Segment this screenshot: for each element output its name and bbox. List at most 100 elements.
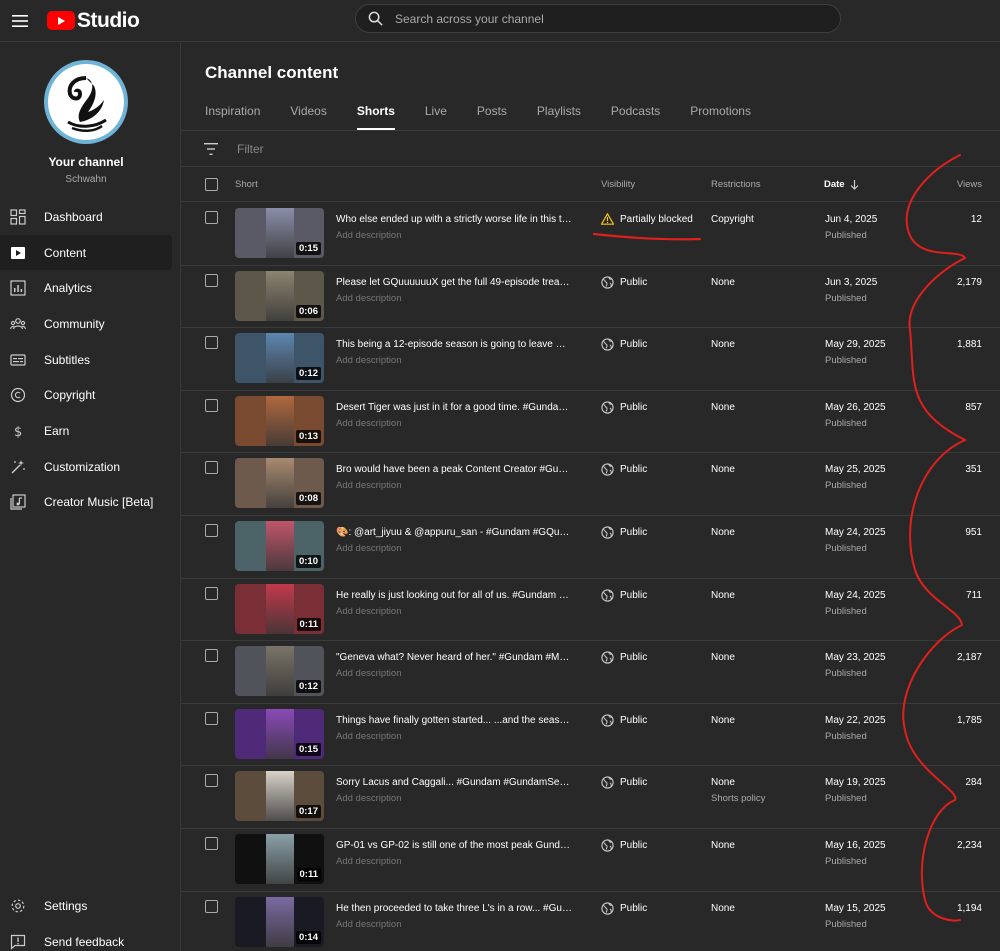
visibility-dropdown[interactable]: Public xyxy=(601,651,647,664)
table-row[interactable]: 0:14 He then proceeded to take three L's … xyxy=(181,892,1000,951)
short-thumbnail[interactable]: 0:11 xyxy=(235,583,324,634)
add-description-link[interactable]: Add description xyxy=(336,418,401,429)
table-row[interactable]: 0:13 Desert Tiger was just in it for a go… xyxy=(181,391,1000,454)
visibility-dropdown[interactable]: Public xyxy=(601,901,647,915)
short-title[interactable]: Bro would have been a peak Content Creat… xyxy=(336,464,572,475)
column-header-date[interactable]: Date xyxy=(824,179,859,190)
studio-logo[interactable]: Studio xyxy=(47,9,140,33)
table-row[interactable]: 0:12 "Geneva what? Never heard of her." #… xyxy=(181,641,1000,704)
filter-input[interactable] xyxy=(237,141,537,156)
short-title[interactable]: Sorry Lacus and Caggali... #Gundam #Gund… xyxy=(336,777,572,788)
row-checkbox[interactable] xyxy=(205,836,218,850)
row-checkbox[interactable] xyxy=(205,899,218,913)
row-checkbox[interactable] xyxy=(205,336,218,350)
visibility-dropdown[interactable]: Partially blocked xyxy=(601,213,693,225)
table-row[interactable]: 0:10 🎨: @art_jiyuu & @appuru_san - #Gunda… xyxy=(181,516,1000,579)
hamburger-menu-button[interactable] xyxy=(0,3,40,39)
short-title[interactable]: Things have finally gotten started... ..… xyxy=(336,715,572,726)
short-title[interactable]: GP-01 vs GP-02 is still one of the most … xyxy=(336,840,572,851)
sidebar-item-community[interactable]: Community xyxy=(0,306,172,342)
tab-posts[interactable]: Posts xyxy=(477,104,507,130)
add-description-link[interactable]: Add description xyxy=(336,668,401,679)
short-title[interactable]: This being a 12-episode season is going … xyxy=(336,339,572,350)
short-thumbnail[interactable]: 0:12 xyxy=(235,646,324,697)
sidebar-item-send-feedback[interactable]: Send feedback xyxy=(0,924,172,951)
short-thumbnail[interactable]: 0:13 xyxy=(235,395,324,446)
visibility-dropdown[interactable]: Public xyxy=(601,714,647,727)
short-thumbnail[interactable]: 0:11 xyxy=(235,833,324,884)
short-thumbnail[interactable]: 0:17 xyxy=(235,771,324,822)
visibility-dropdown[interactable]: Public xyxy=(601,526,647,539)
sidebar-item-creator-music[interactable]: Creator Music [Beta] xyxy=(0,485,172,521)
short-thumbnail[interactable]: 0:06 xyxy=(235,270,324,321)
tab-podcasts[interactable]: Podcasts xyxy=(611,104,660,130)
table-row[interactable]: 0:06 Please let GQuuuuuuX get the full 49… xyxy=(181,266,1000,329)
add-description-link[interactable]: Add description xyxy=(336,480,401,491)
row-checkbox[interactable] xyxy=(205,586,218,600)
short-title[interactable]: He then proceeded to take three L's in a… xyxy=(336,903,572,914)
select-all-checkbox[interactable] xyxy=(205,178,218,191)
table-row[interactable]: 0:12 This being a 12-episode season is go… xyxy=(181,328,1000,391)
short-title[interactable]: Who else ended up with a strictly worse … xyxy=(336,214,572,225)
row-checkbox[interactable] xyxy=(205,774,218,788)
add-description-link[interactable]: Add description xyxy=(336,293,401,304)
sidebar-item-copyright[interactable]: Copyright xyxy=(0,377,172,413)
add-description-link[interactable]: Add description xyxy=(336,919,401,930)
sidebar-item-dashboard[interactable]: Dashboard xyxy=(0,199,172,235)
sidebar-item-content[interactable]: Content xyxy=(0,234,172,271)
add-description-link[interactable]: Add description xyxy=(336,543,401,554)
search-input[interactable] xyxy=(395,11,795,26)
sidebar-item-subtitles[interactable]: Subtitles xyxy=(0,342,172,378)
row-checkbox[interactable] xyxy=(205,398,218,412)
row-checkbox[interactable] xyxy=(205,461,218,475)
short-thumbnail[interactable]: 0:12 xyxy=(235,333,324,384)
row-checkbox[interactable] xyxy=(205,649,218,663)
visibility-dropdown[interactable]: Public xyxy=(601,463,647,477)
row-checkbox[interactable] xyxy=(205,211,218,224)
tab-live[interactable]: Live xyxy=(425,104,447,130)
short-thumbnail[interactable]: 0:08 xyxy=(235,458,324,509)
table-row[interactable]: 0:11 GP-01 vs GP-02 is still one of the m… xyxy=(181,829,1000,892)
short-title[interactable]: Please let GQuuuuuuX get the full 49-epi… xyxy=(336,277,572,288)
table-row[interactable]: 0:15 Things have finally gotten started..… xyxy=(181,704,1000,767)
filter-icon[interactable] xyxy=(204,142,218,155)
table-row[interactable]: 0:15 Who else ended up with a strictly wo… xyxy=(181,203,1000,266)
row-checkbox[interactable] xyxy=(205,523,218,537)
table-row[interactable]: 0:08 Bro would have been a peak Content C… xyxy=(181,453,1000,516)
add-description-link[interactable]: Add description xyxy=(336,230,401,241)
channel-avatar[interactable] xyxy=(44,60,128,144)
short-title[interactable]: "Geneva what? Never heard of her." #Gund… xyxy=(336,652,572,663)
add-description-link[interactable]: Add description xyxy=(336,793,401,804)
tab-shorts[interactable]: Shorts xyxy=(356,104,395,130)
add-description-link[interactable]: Add description xyxy=(336,355,401,366)
add-description-link[interactable]: Add description xyxy=(336,856,401,867)
sidebar-item-earn[interactable]: $ Earn xyxy=(0,413,172,449)
add-description-link[interactable]: Add description xyxy=(336,731,401,742)
row-checkbox[interactable] xyxy=(205,273,218,287)
short-thumbnail[interactable]: 0:15 xyxy=(235,208,324,258)
sidebar-item-customization[interactable]: Customization xyxy=(0,449,172,485)
sidebar-item-analytics[interactable]: Analytics xyxy=(0,270,172,306)
short-title[interactable]: He really is just looking out for all of… xyxy=(336,590,572,601)
tab-playlists[interactable]: Playlists xyxy=(537,104,581,130)
visibility-dropdown[interactable]: Public xyxy=(601,401,647,414)
short-thumbnail[interactable]: 0:15 xyxy=(235,708,324,759)
search-box[interactable] xyxy=(355,4,841,33)
sidebar-item-settings[interactable]: Settings xyxy=(0,888,172,924)
short-thumbnail[interactable]: 0:14 xyxy=(235,896,324,947)
tab-videos[interactable]: Videos xyxy=(290,104,326,130)
short-title[interactable]: 🎨: @art_jiyuu & @appuru_san - #Gundam #G… xyxy=(336,527,572,538)
tab-inspiration[interactable]: Inspiration xyxy=(205,104,260,130)
short-thumbnail[interactable]: 0:10 xyxy=(235,520,324,571)
table-row[interactable]: 0:11 He really is just looking out for al… xyxy=(181,579,1000,642)
short-title[interactable]: Desert Tiger was just in it for a good t… xyxy=(336,402,572,413)
tab-promotions[interactable]: Promotions xyxy=(690,104,751,130)
visibility-dropdown[interactable]: Public xyxy=(601,338,647,351)
row-checkbox[interactable] xyxy=(205,711,218,725)
visibility-dropdown[interactable]: Public xyxy=(601,588,647,602)
add-description-link[interactable]: Add description xyxy=(336,606,401,617)
visibility-dropdown[interactable]: Public xyxy=(601,275,647,289)
table-row[interactable]: 0:17 Sorry Lacus and Caggali... #Gundam #… xyxy=(181,766,1000,829)
visibility-dropdown[interactable]: Public xyxy=(601,776,647,789)
visibility-dropdown[interactable]: Public xyxy=(601,839,647,852)
